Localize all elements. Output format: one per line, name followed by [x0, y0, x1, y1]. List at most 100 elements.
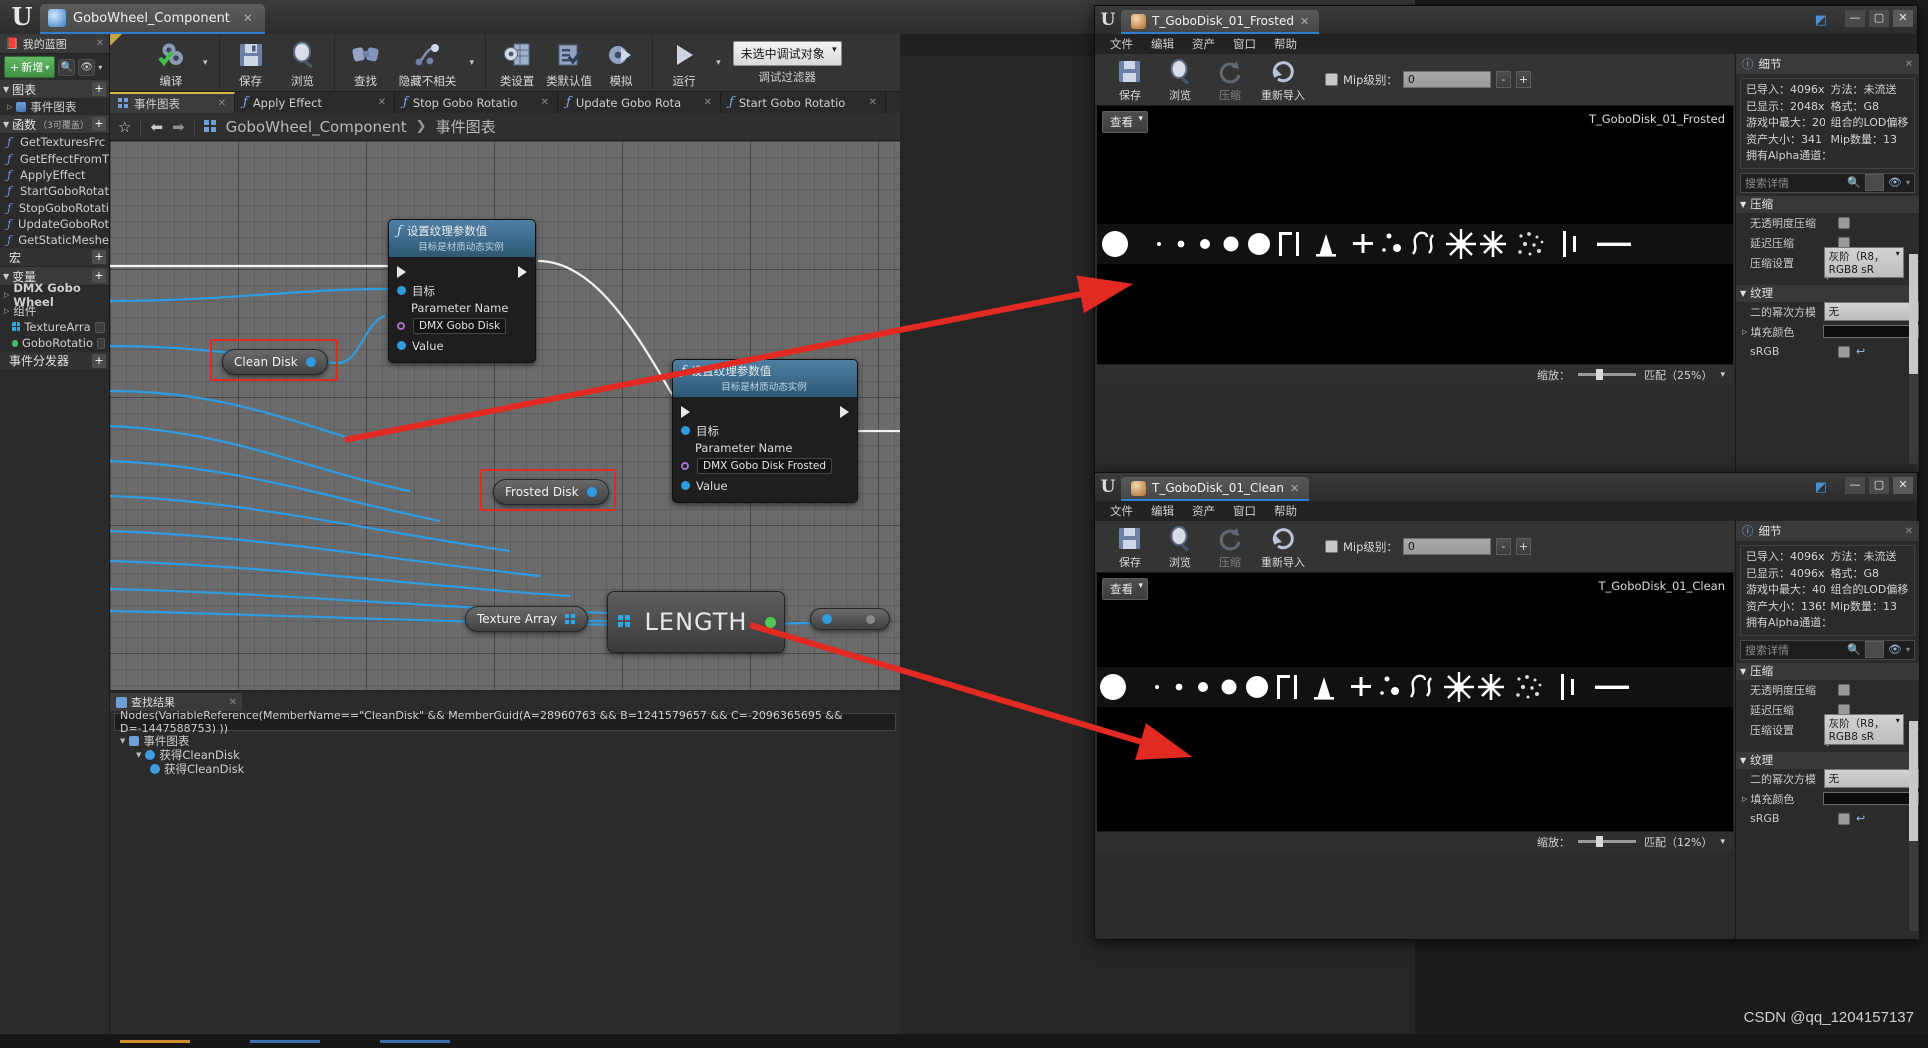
tab-start-gobo-rotation[interactable]: ƒ Start Gobo Rotatio ✕: [721, 92, 886, 113]
variable-category-dmx[interactable]: ▷ DMX Gobo Wheel: [0, 281, 109, 309]
scrollbar-thumb[interactable]: [1909, 721, 1918, 841]
function-item[interactable]: ƒ UpdateGoboRot: [0, 216, 109, 232]
chevron-down-icon[interactable]: ▾: [1720, 370, 1725, 380]
tab-apply-effect[interactable]: ƒ Apply Effect ✕: [235, 92, 395, 113]
simulate-button[interactable]: 模拟: [595, 38, 647, 89]
chevron-down-icon[interactable]: ▾: [1720, 837, 1725, 847]
prop-padding-color-clean[interactable]: ▷ 填充颜色: [1736, 789, 1919, 809]
details-scrollbar-clean[interactable]: [1909, 721, 1918, 931]
close-icon[interactable]: ✕: [378, 97, 386, 108]
taskbar-item[interactable]: [380, 1040, 450, 1043]
set-texture-parameter-node-1[interactable]: ƒ 设置纹理参数值 目标是材质动态实例 目标 Parameter Name DM…: [388, 219, 536, 363]
mip-level-input[interactable]: 0: [1402, 538, 1491, 555]
power-of-two-select[interactable]: 无: [1823, 769, 1919, 788]
menu-edit[interactable]: 编辑: [1142, 502, 1183, 520]
compile-button[interactable]: 编译: [145, 38, 197, 89]
param-name-pin[interactable]: [397, 322, 405, 330]
exec-in-pin[interactable]: [397, 265, 406, 278]
browse-button[interactable]: 浏览: [1155, 57, 1205, 103]
search-icon[interactable]: 🔍: [1847, 643, 1861, 656]
visibility-icon[interactable]: [94, 321, 105, 333]
expand-icon[interactable]: ▷: [4, 291, 9, 299]
save-button[interactable]: 保存: [225, 38, 277, 89]
variable-item-texture-array[interactable]: TextureArra: [0, 319, 109, 335]
debug-target-select[interactable]: 未选中调试对象: [732, 41, 842, 66]
param-value-input[interactable]: DMX Gobo Disk: [413, 318, 507, 334]
close-icon[interactable]: ✕: [869, 97, 877, 108]
checkbox[interactable]: [1838, 683, 1850, 696]
function-item[interactable]: ƒ GetTexturesFrc: [0, 134, 109, 150]
param-name-pin[interactable]: [681, 462, 689, 470]
prop-padding-color-frosted[interactable]: ▷ 填充颜色: [1736, 322, 1919, 342]
output-pin[interactable]: [866, 614, 875, 624]
prop-no-alpha-compression-clean[interactable]: 无透明度压缩: [1736, 680, 1919, 700]
grid-view-icon[interactable]: [1865, 174, 1885, 191]
exec-out-pin[interactable]: [518, 265, 527, 278]
category-compression-frosted[interactable]: ▼ 压缩: [1736, 194, 1919, 213]
find-result-row[interactable]: 获得CleanDisk: [116, 762, 900, 776]
close-icon[interactable]: ✕: [1905, 526, 1913, 537]
details-search-clean[interactable]: 搜索详情 🔍 👁 ▾: [1740, 639, 1915, 660]
find-result-row[interactable]: ▼ 事件图表: [116, 734, 900, 748]
menu-edit[interactable]: 编辑: [1142, 35, 1183, 53]
expand-icon[interactable]: ▷: [4, 307, 9, 315]
close-icon[interactable]: ✕: [218, 98, 226, 109]
set-texture-parameter-node-2[interactable]: ƒ 设置纹理参数值 目标是材质动态实例 目标 Parameter Name DM…: [672, 359, 858, 503]
eye-icon[interactable]: 👁: [1888, 643, 1902, 656]
find-results-query[interactable]: Nodes(VariableReference(MemberName=="Cle…: [114, 709, 896, 735]
texture-viewport-frosted[interactable]: 查看 T_GoboDisk_01_Frosted: [1097, 106, 1733, 364]
grid-view-icon[interactable]: [1865, 641, 1885, 658]
section-functions[interactable]: ▼ 函数 （3可覆盖） +: [0, 115, 109, 135]
menu-window[interactable]: 窗口: [1224, 502, 1265, 520]
category-texture-clean[interactable]: ▼ 纹理: [1736, 750, 1919, 769]
class-defaults-button[interactable]: 类默认值: [543, 38, 595, 89]
value-pin[interactable]: [681, 481, 690, 490]
close-icon[interactable]: ✕: [229, 697, 237, 708]
minimize-button[interactable]: —: [1845, 477, 1865, 494]
chevron-down-icon[interactable]: ▾: [98, 63, 102, 72]
find-button[interactable]: 查找: [340, 38, 392, 89]
details-search-frosted[interactable]: 搜索详情 🔍 👁 ▾: [1740, 172, 1915, 193]
search-icon[interactable]: 🔍: [58, 58, 76, 76]
variable-node-texture-array[interactable]: Texture Array: [465, 606, 589, 632]
target-pin[interactable]: [681, 426, 690, 435]
checkbox[interactable]: [1838, 345, 1850, 358]
play-button[interactable]: 运行: [658, 38, 710, 89]
close-icon[interactable]: ✕: [1290, 482, 1299, 495]
mip-increment-button[interactable]: +: [1515, 538, 1531, 555]
variable-node-extra[interactable]: [810, 608, 890, 630]
input-pin[interactable]: [822, 614, 832, 624]
event-graph-canvas[interactable]: ƒ 设置纹理参数值 目标是材质动态实例 目标 Parameter Name DM…: [110, 141, 900, 690]
minimize-button[interactable]: —: [1845, 10, 1865, 27]
target-pin[interactable]: [397, 286, 406, 295]
mip-decrement-button[interactable]: -: [1495, 71, 1511, 88]
power-of-two-select[interactable]: 无: [1823, 302, 1919, 321]
chevron-down-icon[interactable]: ▾: [710, 58, 727, 68]
my-blueprint-tab[interactable]: 📕 我的蓝图 ✕: [0, 34, 109, 54]
checkbox[interactable]: [1838, 812, 1850, 825]
category-texture-frosted[interactable]: ▼ 纹理: [1736, 283, 1919, 302]
tab-update-gobo-rotation[interactable]: ƒ Update Gobo Rota ✕: [558, 92, 721, 113]
chevron-down-icon[interactable]: ▾: [1906, 645, 1910, 654]
find-result-row[interactable]: ▼ 获得CleanDisk: [116, 748, 900, 762]
category-compression-clean[interactable]: ▼ 压缩: [1736, 661, 1919, 680]
collapse-icon[interactable]: ▼: [120, 737, 125, 745]
texture-viewport-clean[interactable]: 查看 T_GoboDisk_01_Clean: [1097, 573, 1733, 831]
zoom-slider[interactable]: [1578, 836, 1637, 847]
eye-icon[interactable]: 👁: [78, 58, 96, 76]
chevron-down-icon[interactable]: ▾: [1906, 178, 1910, 187]
add-dispatcher-button[interactable]: +: [92, 353, 106, 368]
function-item[interactable]: ƒ StopGoboRotati: [0, 199, 109, 215]
taskbar-item[interactable]: [120, 1040, 190, 1043]
array-output-pin[interactable]: [565, 613, 577, 625]
value-pin[interactable]: [397, 341, 406, 350]
section-macros[interactable]: 宏 +: [0, 248, 109, 268]
menu-asset[interactable]: 资产: [1183, 502, 1224, 520]
add-new-button[interactable]: + 新增 ▾: [4, 56, 56, 78]
variable-item-gobo-rotation[interactable]: GoboRotatio: [0, 335, 109, 351]
revert-icon[interactable]: ↩: [1856, 345, 1865, 358]
padding-color-swatch[interactable]: [1822, 792, 1919, 805]
prop-srgb-clean[interactable]: sRGB ↩: [1736, 809, 1919, 829]
texture-tab-clean[interactable]: T_GoboDisk_01_Clean ✕: [1121, 477, 1310, 501]
chevron-down-icon[interactable]: ▾: [464, 58, 481, 68]
